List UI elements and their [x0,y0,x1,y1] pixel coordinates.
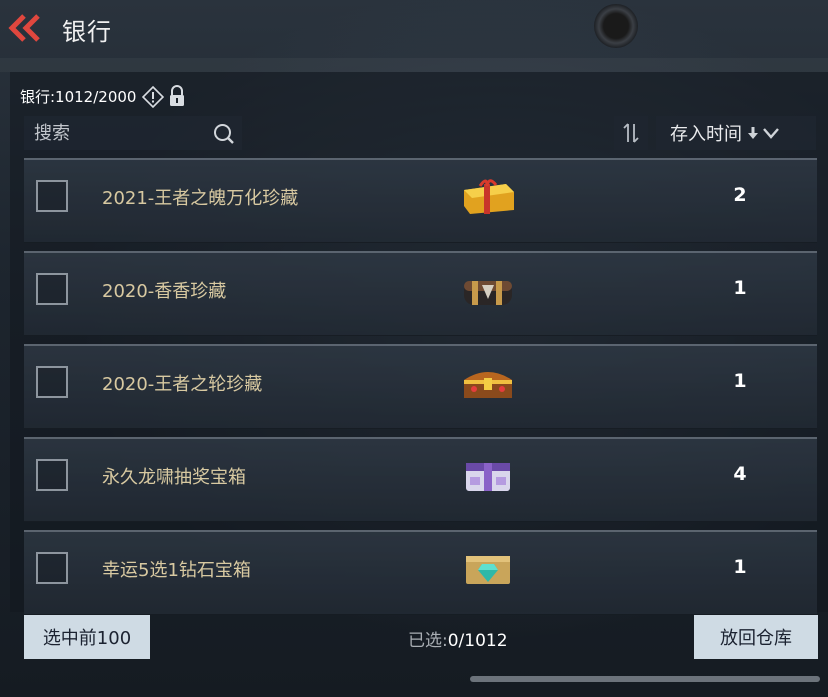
item-quantity: 1 [733,277,747,299]
selected-count: 已选:0/1012 [408,626,508,651]
item-name: 2021-王者之魄万化珍藏 [102,188,299,209]
sort-arrows-icon [623,123,639,143]
select-top-100-button[interactable]: 选中前100 [24,615,150,659]
purple-lottery-box-icon [466,463,510,491]
item-list: 2021-王者之魄万化珍藏 2 2020-香香珍藏 1 2020-王者之轮珍藏 [24,158,817,623]
horizontal-scrollbar[interactable] [470,676,820,682]
item-quantity: 2 [733,184,747,206]
search-icon[interactable] [212,122,236,146]
page-title: 银行 [62,18,112,46]
item-checkbox[interactable] [36,552,68,584]
item-name: 2020-王者之轮珍藏 [102,374,263,395]
info-icon[interactable] [142,85,165,109]
dark-chest-icon [464,281,512,305]
chevron-down-icon [763,128,779,139]
item-name: 永久龙啸抽奖宝箱 [102,467,246,488]
bank-capacity-label: 银行:1012/2000 [20,87,137,106]
gold-gift-chest-icon [464,179,514,214]
item-name: 2020-香香珍藏 [102,281,227,302]
sort-label: 存入时间 [670,124,742,145]
diamond-chest-icon [466,556,510,584]
back-button[interactable] [4,12,44,44]
arrow-down-icon [748,127,758,139]
item-checkbox[interactable] [36,273,68,305]
item-name: 幸运5选1钻石宝箱 [102,560,251,581]
selected-label: 已选: [408,631,448,651]
list-item[interactable]: 2020-王者之轮珍藏 1 [24,344,817,429]
return-to-warehouse-button[interactable]: 放回仓库 [694,615,818,659]
list-item[interactable]: 2021-王者之魄万化珍藏 2 [24,158,817,243]
list-item[interactable]: 永久龙啸抽奖宝箱 4 [24,437,817,522]
lock-icon[interactable] [168,85,186,107]
search-input[interactable] [24,121,206,145]
list-item[interactable]: 2020-香香珍藏 1 [24,251,817,336]
header: 银行 [0,0,828,58]
item-checkbox[interactable] [36,180,68,212]
background-strip [0,58,828,72]
item-quantity: 1 [733,556,747,578]
sort-dropdown[interactable]: 存入时间 [656,116,816,150]
item-quantity: 1 [733,370,747,392]
selected-value: 0/1012 [447,631,508,651]
list-item[interactable]: 幸运5选1钻石宝箱 1 [24,530,817,615]
item-quantity: 4 [733,463,747,485]
search-box [24,116,242,150]
double-chevron-left-icon [8,14,40,42]
item-checkbox[interactable] [36,459,68,491]
item-checkbox[interactable] [36,366,68,398]
bank-capacity: 银行:1012/2000 [20,84,186,109]
gold-treasure-chest-icon [464,372,512,398]
sort-order-toggle[interactable] [614,116,648,150]
